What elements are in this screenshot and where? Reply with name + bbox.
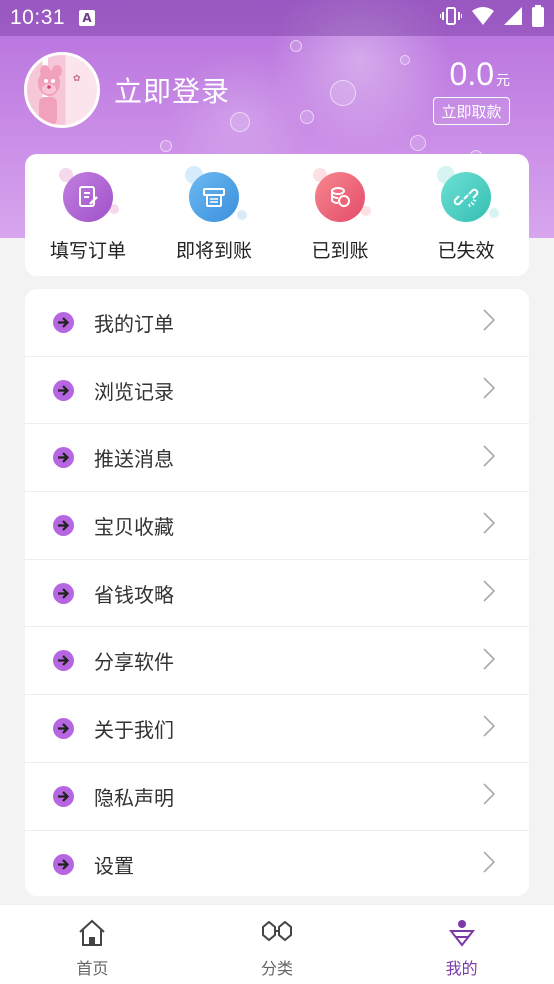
chevron-right-icon	[483, 377, 496, 403]
balance-amount: 0.0	[449, 56, 494, 92]
status-bar: 10:31 A	[0, 0, 554, 36]
svg-text:✿: ✿	[73, 74, 81, 84]
nav-tab-home[interactable]: 首页	[0, 905, 185, 984]
status-time: 10:31	[10, 6, 66, 29]
arrow-right-icon	[53, 785, 74, 807]
nav-label: 首页	[76, 959, 109, 978]
order-status-label: 已到账	[311, 240, 369, 262]
menu-item-label: 隐私声明	[94, 785, 174, 810]
balance: 0.0 元	[450, 56, 510, 93]
menu-item-push-messages[interactable]: 推送消息	[25, 424, 529, 493]
vibrate-icon	[439, 6, 463, 31]
battery-icon	[532, 4, 544, 32]
menu-item-label: 关于我们	[94, 717, 174, 742]
menu-item-label: 浏览记录	[94, 379, 174, 404]
bottom-nav: 首页 分类 我的	[0, 904, 554, 984]
signal-icon	[504, 6, 522, 30]
profile-icon	[447, 919, 477, 951]
chevron-right-icon	[483, 580, 496, 606]
order-status-expired[interactable]: 已失效	[403, 154, 529, 276]
nav-tab-category[interactable]: 分类	[185, 905, 370, 984]
menu-item-label: 设置	[94, 853, 134, 878]
order-status-label: 已失效	[437, 240, 495, 262]
login-link[interactable]: 立即登录	[114, 70, 230, 110]
menu-list: 我的订单 浏览记录 推送消息 宝贝收藏 省钱攻略 分享软件 关于我们 隐私声明	[25, 289, 529, 896]
menu-item-label: 分享软件	[94, 650, 174, 675]
order-status-received[interactable]: 已到账	[277, 154, 403, 276]
chevron-right-icon	[483, 309, 496, 335]
menu-item-my-orders[interactable]: 我的订单	[25, 289, 529, 357]
chevron-right-icon	[483, 851, 496, 877]
nav-label: 我的	[445, 959, 478, 978]
chevron-right-icon	[483, 512, 496, 538]
menu-item-privacy[interactable]: 隐私声明	[25, 763, 529, 831]
withdraw-button[interactable]: 立即取款	[433, 97, 510, 125]
arrow-right-icon	[53, 311, 74, 333]
home-icon	[77, 919, 107, 951]
chevron-right-icon	[483, 445, 496, 471]
notification-icon: A	[79, 10, 96, 26]
arrow-right-icon	[53, 379, 74, 401]
arrow-right-icon	[53, 853, 74, 875]
menu-item-share-app[interactable]: 分享软件	[25, 627, 529, 696]
menu-item-about-us[interactable]: 关于我们	[25, 695, 529, 763]
pink-panther-avatar-icon: ✿	[38, 65, 81, 125]
menu-item-browse-history[interactable]: 浏览记录	[25, 357, 529, 425]
order-status-pending[interactable]: 即将到账	[151, 154, 277, 276]
coins-icon	[315, 172, 365, 222]
menu-item-favorites[interactable]: 宝贝收藏	[25, 492, 529, 560]
chevron-right-icon	[483, 648, 496, 674]
wifi-icon	[472, 6, 494, 30]
arrow-right-icon	[53, 650, 74, 672]
menu-item-label: 省钱攻略	[94, 582, 174, 607]
menu-item-settings[interactable]: 设置	[25, 831, 529, 897]
menu-item-label: 宝贝收藏	[94, 514, 174, 539]
arrow-right-icon	[53, 447, 74, 469]
menu-item-label: 我的订单	[94, 311, 174, 336]
menu-item-label: 推送消息	[94, 447, 174, 472]
avatar[interactable]: ✿	[24, 52, 100, 128]
nav-label: 分类	[261, 959, 294, 978]
chevron-right-icon	[483, 783, 496, 809]
nav-tab-profile[interactable]: 我的	[369, 905, 554, 984]
broken-link-icon	[441, 172, 491, 222]
order-status-card: 填写订单 即将到账 已到账 已失效	[25, 154, 529, 276]
arrow-right-icon	[53, 582, 74, 604]
order-status-label: 即将到账	[175, 240, 252, 262]
edit-order-icon	[63, 172, 113, 222]
chevron-right-icon	[483, 715, 496, 741]
order-status-fill[interactable]: 填写订单	[25, 154, 151, 276]
menu-item-saving-tips[interactable]: 省钱攻略	[25, 560, 529, 628]
arrow-right-icon	[53, 514, 74, 536]
printer-icon	[189, 172, 239, 222]
balance-unit: 元	[496, 73, 510, 89]
order-status-label: 填写订单	[49, 240, 126, 262]
category-icon	[260, 919, 294, 951]
arrow-right-icon	[53, 717, 74, 739]
